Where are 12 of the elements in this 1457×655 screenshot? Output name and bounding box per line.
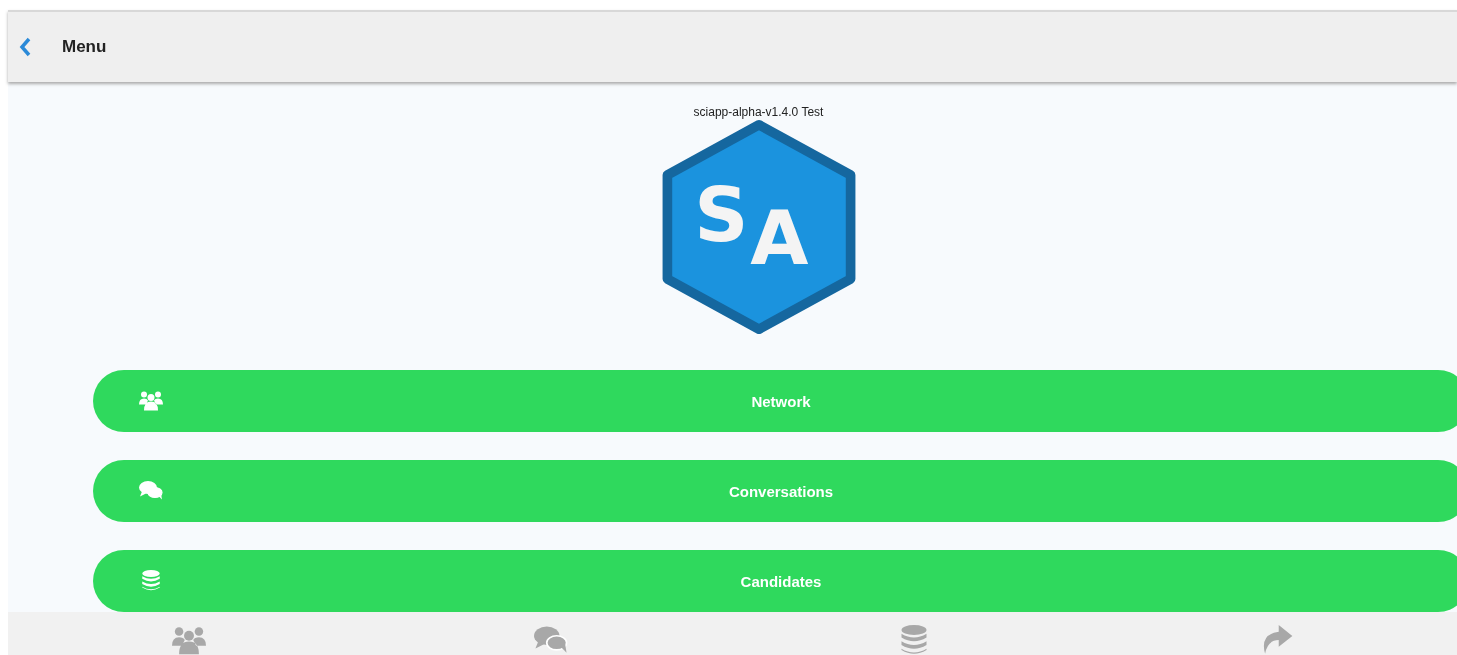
version-label: sciapp-alpha-v1.4.0 Test bbox=[693, 105, 824, 119]
menu-item-button[interactable]: Candidates bbox=[93, 550, 1457, 612]
menu-item-button[interactable]: Conversations bbox=[93, 460, 1457, 522]
menu-item-button[interactable]: Network bbox=[93, 370, 1457, 432]
chevron-left-icon bbox=[18, 37, 32, 57]
chat-bubbles-icon bbox=[534, 625, 569, 655]
page-title: Menu bbox=[62, 37, 107, 57]
people-icon bbox=[172, 625, 207, 655]
chat-bubbles-icon bbox=[139, 480, 163, 501]
back-button[interactable] bbox=[18, 37, 32, 57]
database-icon bbox=[139, 570, 163, 591]
people-icon bbox=[139, 390, 163, 411]
